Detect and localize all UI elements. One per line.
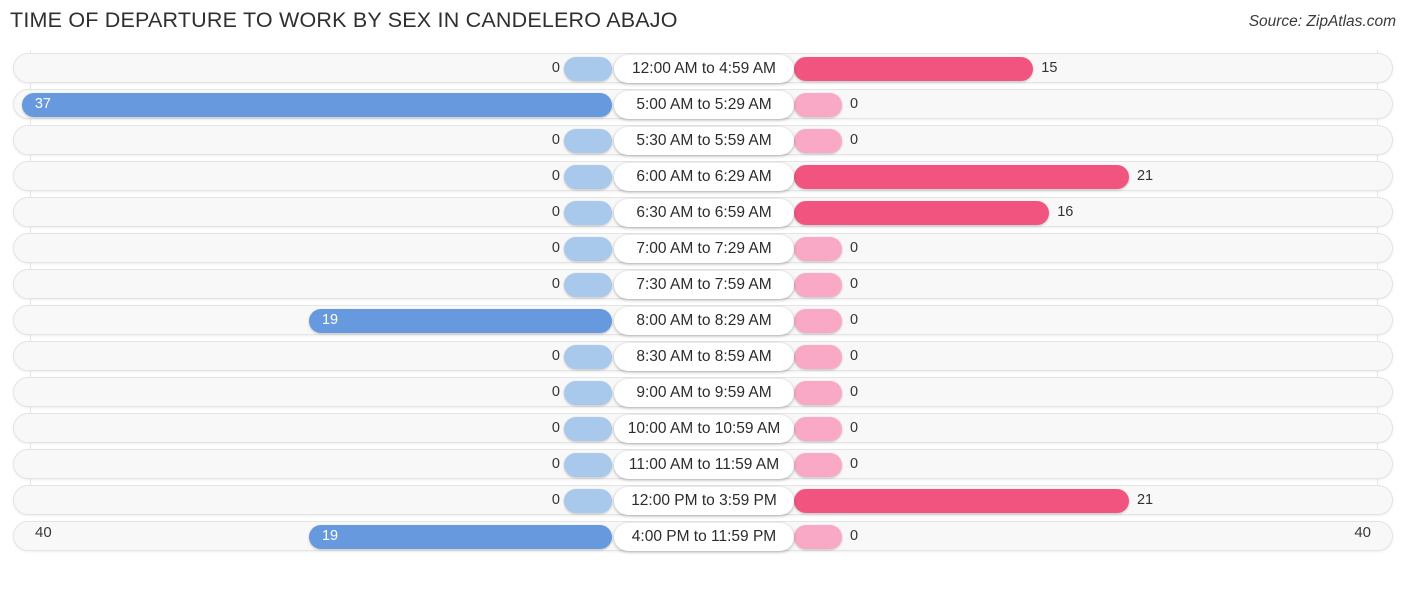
category-label-pill[interactable]: 12:00 AM to 4:59 AM [614,55,794,83]
bar-female[interactable] [794,489,1129,513]
bar-value-male: 0 [551,168,560,184]
table-row[interactable]: 0 21 6:00 AM to 6:29 AM [13,161,1393,191]
bar-value-female: 16 [1057,204,1074,220]
table-row[interactable]: 0 0 7:00 AM to 7:29 AM [13,233,1393,263]
bar-value-female: 0 [850,240,859,256]
bar-male[interactable] [564,417,612,441]
bar-value-male: 0 [551,384,560,400]
bar-value-female: 0 [850,384,859,400]
plot-area: 0 15 12:00 AM to 4:59 AM 37 0 5:00 AM to 5:29… [0,50,1406,555]
bar-male[interactable] [564,345,612,369]
bar-value-male: 0 [551,60,560,76]
bar-female[interactable] [794,309,842,333]
category-label-pill[interactable]: 5:30 AM to 5:59 AM [614,127,794,155]
bar-row-inner: 0 16 6:30 AM to 6:59 AM [14,198,1392,227]
bar-female[interactable] [794,57,1034,81]
bar-value-female: 0 [850,312,859,328]
bar-female[interactable] [794,453,842,477]
bar-female[interactable] [794,273,842,297]
category-label-pill[interactable]: 6:30 AM to 6:59 AM [614,199,794,227]
bar-row-inner: 0 0 10:00 AM to 10:59 AM [14,414,1392,443]
bar-male[interactable] [564,237,612,261]
table-row[interactable]: 37 0 5:00 AM to 5:29 AM [13,89,1393,119]
bar-row-inner: 0 0 9:00 AM to 9:59 AM [14,378,1392,407]
bar-value-male: 0 [551,240,560,256]
category-label-pill[interactable]: 9:00 AM to 9:59 AM [614,379,794,407]
bar-value-female: 0 [850,420,859,436]
bar-value-female: 0 [850,132,859,148]
bar-male[interactable] [564,453,612,477]
category-label-pill[interactable]: 7:30 AM to 7:59 AM [614,271,794,299]
category-label-pill[interactable]: 11:00 AM to 11:59 AM [614,451,794,479]
bar-male[interactable] [564,489,612,513]
bar-value-male: 37 [34,96,51,112]
bar-value-female: 15 [1041,60,1058,76]
bar-male[interactable] [564,129,612,153]
bar-value-female: 0 [850,96,859,112]
bar-male[interactable] [564,165,612,189]
bar-male[interactable] [564,273,612,297]
bar-value-female: 21 [1136,492,1154,508]
bar-value-male: 0 [551,456,560,472]
category-label-pill[interactable]: 7:00 AM to 7:29 AM [614,235,794,263]
category-label-pill[interactable]: 8:00 AM to 8:29 AM [614,307,794,335]
bar-value-male: 0 [551,132,560,148]
bar-value-female: 0 [850,348,859,364]
category-label-pill[interactable]: 5:00 AM to 5:29 AM [614,91,794,119]
bar-female[interactable] [794,237,842,261]
bar-male[interactable] [564,201,612,225]
bar-female[interactable] [794,165,1129,189]
bar-row-inner: 0 21 6:00 AM to 6:29 AM [14,162,1392,191]
bar-value-male: 0 [551,492,560,508]
category-label-pill[interactable]: 4:00 PM to 11:59 PM [614,523,794,551]
category-label-pill[interactable]: 6:00 AM to 6:29 AM [614,163,794,191]
bar-value-male: 0 [551,204,560,220]
bar-value-male: 0 [551,276,560,292]
bar-value-male: 0 [551,348,560,364]
bar-male[interactable] [308,309,612,333]
table-row[interactable]: 0 16 6:30 AM to 6:59 AM [13,197,1393,227]
bar-male[interactable] [564,381,612,405]
bar-row-inner: 0 0 8:30 AM to 8:59 AM [14,342,1392,371]
bar-value-female: 21 [1136,168,1154,184]
table-row[interactable]: 0 0 8:30 AM to 8:59 AM [13,341,1393,371]
table-row[interactable]: 0 0 5:30 AM to 5:59 AM [13,125,1393,155]
bar-female[interactable] [794,129,842,153]
chart-root: TIME OF DEPARTURE TO WORK BY SEX IN CAND… [0,0,1406,594]
bar-female[interactable] [794,201,1050,225]
table-row[interactable]: 19 0 8:00 AM to 8:29 AM [13,305,1393,335]
page-title: TIME OF DEPARTURE TO WORK BY SEX IN CAND… [10,8,678,32]
category-label-pill[interactable]: 10:00 AM to 10:59 AM [614,415,794,443]
bar-row-inner: 0 0 5:30 AM to 5:59 AM [14,126,1392,155]
bar-row-inner: 0 0 11:00 AM to 11:59 AM [14,450,1392,479]
bar-row-inner: 0 21 12:00 PM to 3:59 PM [14,486,1392,515]
bar-value-male: 0 [551,420,560,436]
bar-female[interactable] [794,417,842,441]
bar-row-inner: 37 0 5:00 AM to 5:29 AM [14,90,1392,119]
bar-value-female: 0 [850,276,859,292]
table-row[interactable]: 0 0 9:00 AM to 9:59 AM [13,377,1393,407]
bar-row-inner: 19 0 8:00 AM to 8:29 AM [14,306,1392,335]
table-row[interactable]: 0 21 12:00 PM to 3:59 PM [13,485,1393,515]
bar-value-male: 19 [321,312,339,328]
bar-female[interactable] [794,381,842,405]
table-row[interactable]: 0 15 12:00 AM to 4:59 AM [13,53,1393,83]
bar-row-inner: 0 0 7:00 AM to 7:29 AM [14,234,1392,263]
bar-row-inner: 0 0 7:30 AM to 7:59 AM [14,270,1392,299]
bar-value-female: 0 [850,456,859,472]
bar-male[interactable] [564,57,612,81]
category-label-pill[interactable]: 12:00 PM to 3:59 PM [614,487,794,515]
bar-female[interactable] [794,345,842,369]
source-label: Source: ZipAtlas.com [1248,13,1396,30]
bar-male[interactable] [21,93,612,117]
category-label-pill[interactable]: 8:30 AM to 8:59 AM [614,343,794,371]
table-row[interactable]: 0 0 10:00 AM to 10:59 AM [13,413,1393,443]
table-row[interactable]: 0 0 11:00 AM to 11:59 AM [13,449,1393,479]
bar-female[interactable] [794,93,842,117]
table-row[interactable]: 0 0 7:30 AM to 7:59 AM [13,269,1393,299]
bar-row-inner: 0 15 12:00 AM to 4:59 AM [14,54,1392,83]
